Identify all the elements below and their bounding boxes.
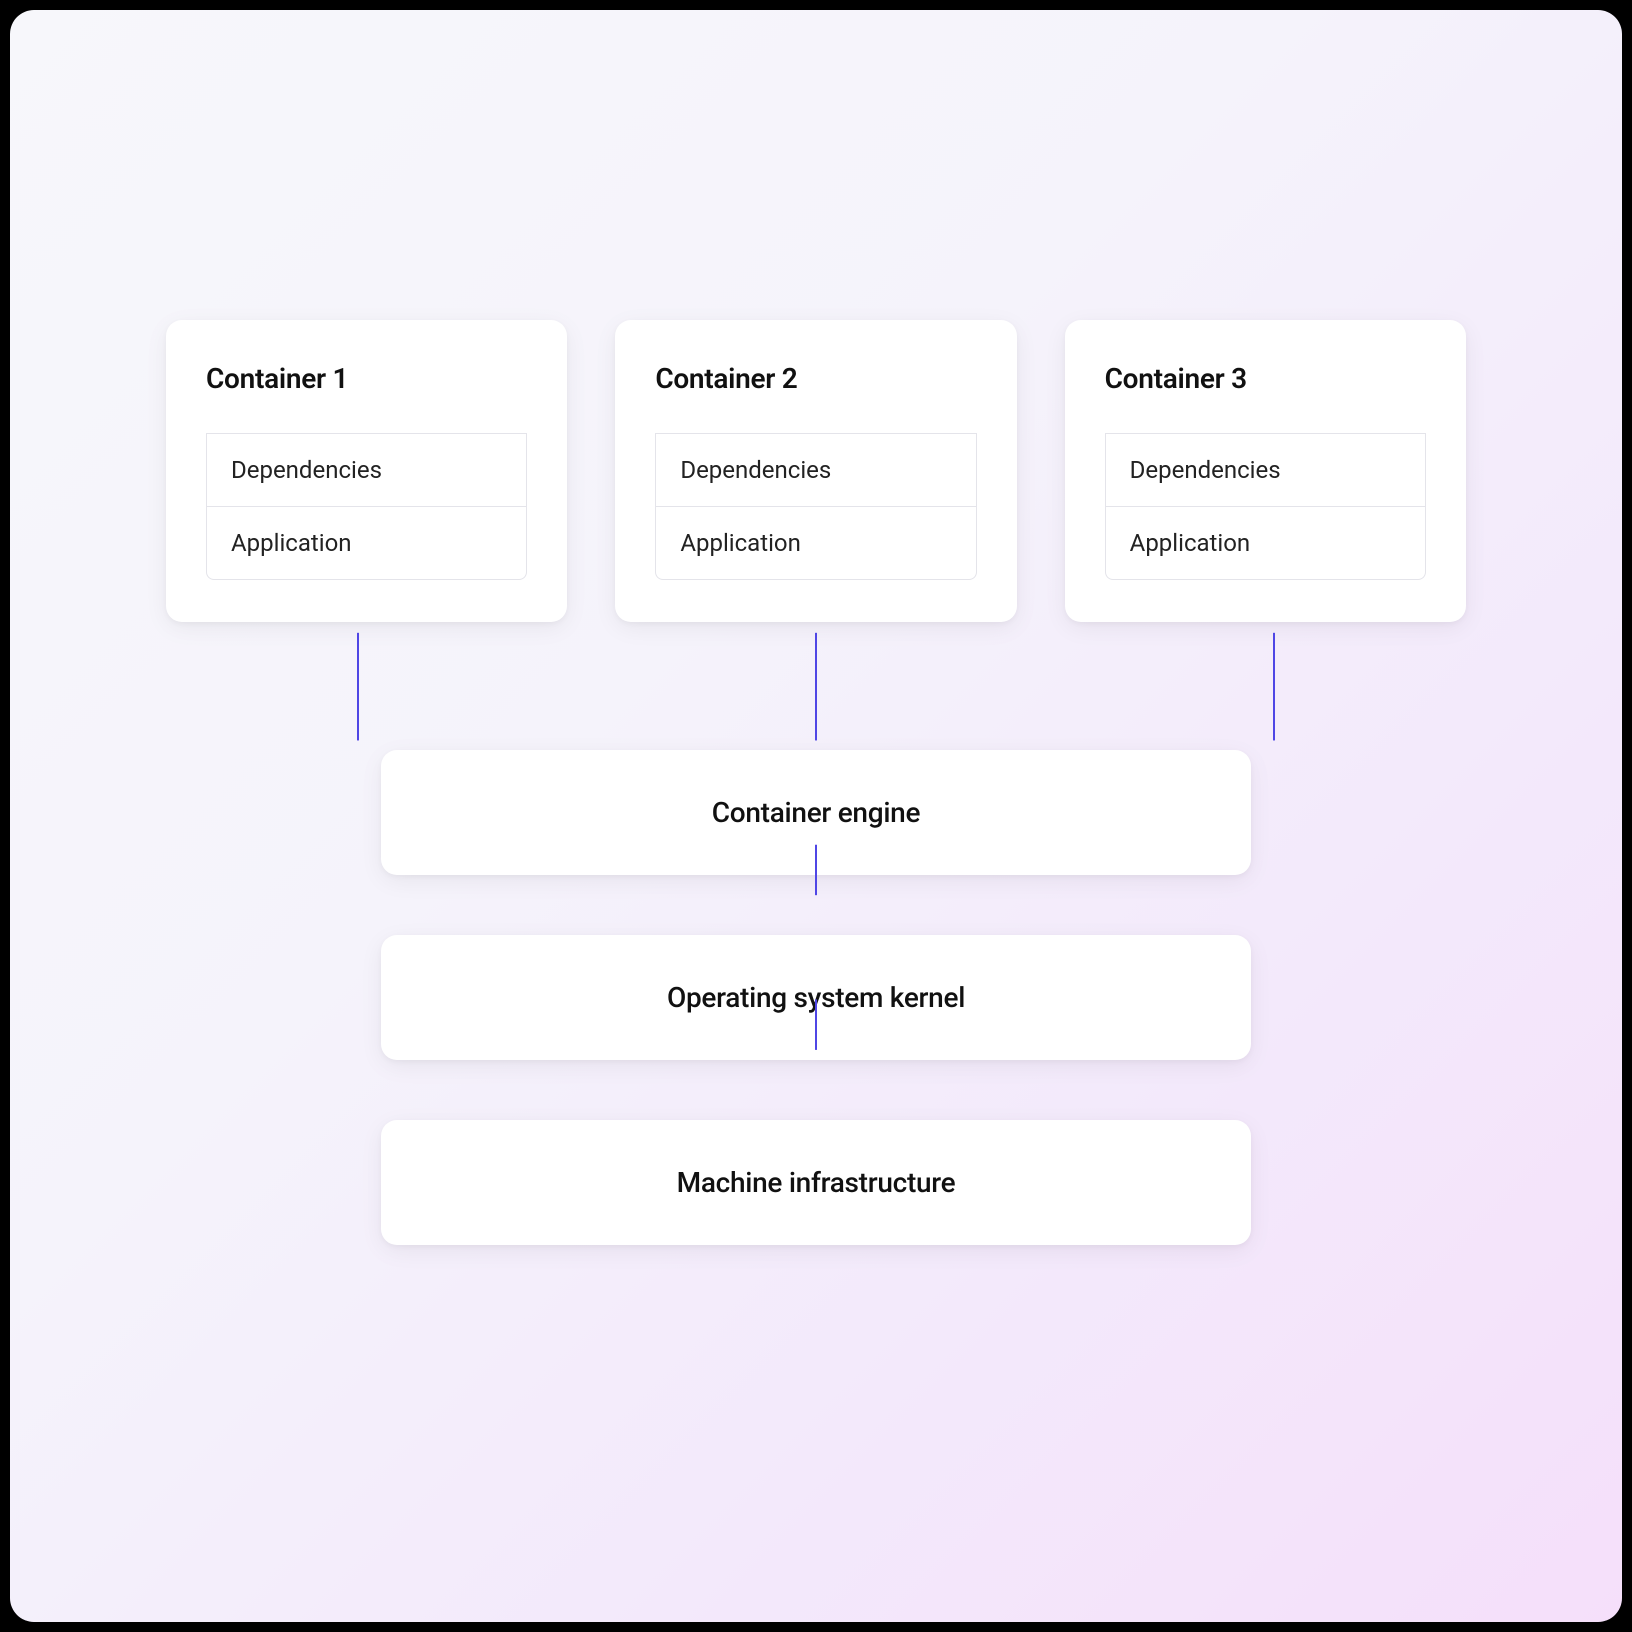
container-card-1: Container 1 Dependencies Application: [166, 320, 567, 622]
container-1-title: Container 1: [206, 362, 527, 395]
layer-container-engine: Container engine: [381, 750, 1251, 875]
containers-row: Container 1 Dependencies Application Con…: [166, 320, 1466, 622]
container-2-dependencies: Dependencies: [655, 433, 976, 507]
container-3-title: Container 3: [1105, 362, 1426, 395]
container-card-3: Container 3 Dependencies Application: [1065, 320, 1466, 622]
diagram-canvas: Container 1 Dependencies Application Con…: [10, 10, 1622, 1622]
container-1-dependencies: Dependencies: [206, 433, 527, 507]
layers-column: Container engine Operating system kernel…: [166, 750, 1466, 1245]
layer-os-kernel: Operating system kernel: [381, 935, 1251, 1060]
container-3-dependencies: Dependencies: [1105, 433, 1426, 507]
container-2-title: Container 2: [655, 362, 976, 395]
layer-machine-infrastructure: Machine infrastructure: [381, 1120, 1251, 1245]
container-2-application: Application: [655, 507, 976, 580]
container-architecture-diagram: Container 1 Dependencies Application Con…: [166, 320, 1466, 1245]
container-3-application: Application: [1105, 507, 1426, 580]
container-card-2: Container 2 Dependencies Application: [615, 320, 1016, 622]
container-1-application: Application: [206, 507, 527, 580]
